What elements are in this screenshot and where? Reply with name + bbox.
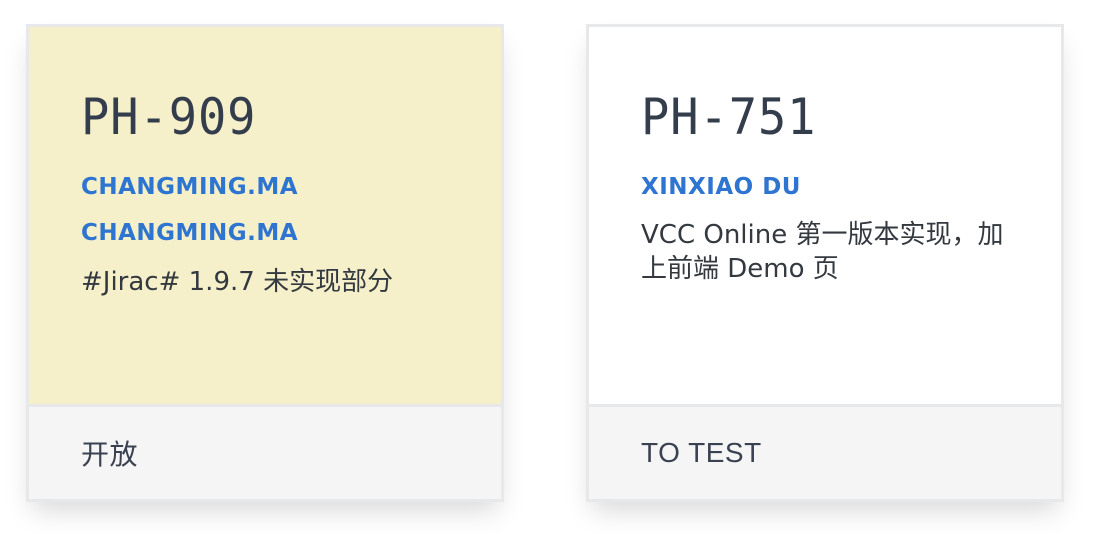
assignee-link[interactable]: CHANGMING.MA: [81, 172, 501, 202]
ticket-id[interactable]: PH-909: [81, 85, 476, 149]
issue-card[interactable]: PH-909 CHANGMING.MA CHANGMING.MA #Jirac#…: [26, 24, 504, 502]
assignee-link[interactable]: CHANGMING.MA: [81, 218, 501, 248]
card-body: PH-751 XINXIAO DU VCC Online 第一版本实现，加上前端…: [589, 27, 1061, 404]
card-footer: 开放: [29, 404, 501, 499]
ticket-summary: VCC Online 第一版本实现，加上前端 Demo 页: [641, 220, 1004, 284]
issue-card[interactable]: PH-751 XINXIAO DU VCC Online 第一版本实现，加上前端…: [586, 24, 1064, 502]
assignee-link[interactable]: XINXIAO DU: [641, 172, 1061, 202]
ticket-summary: #Jirac# 1.9.7 未实现部分: [81, 267, 394, 297]
status-label: 开放: [81, 439, 139, 470]
card-footer: TO TEST: [589, 404, 1061, 499]
status-label: TO TEST: [641, 437, 762, 468]
ticket-id[interactable]: PH-751: [641, 85, 1036, 149]
card-body: PH-909 CHANGMING.MA CHANGMING.MA #Jirac#…: [29, 27, 501, 404]
